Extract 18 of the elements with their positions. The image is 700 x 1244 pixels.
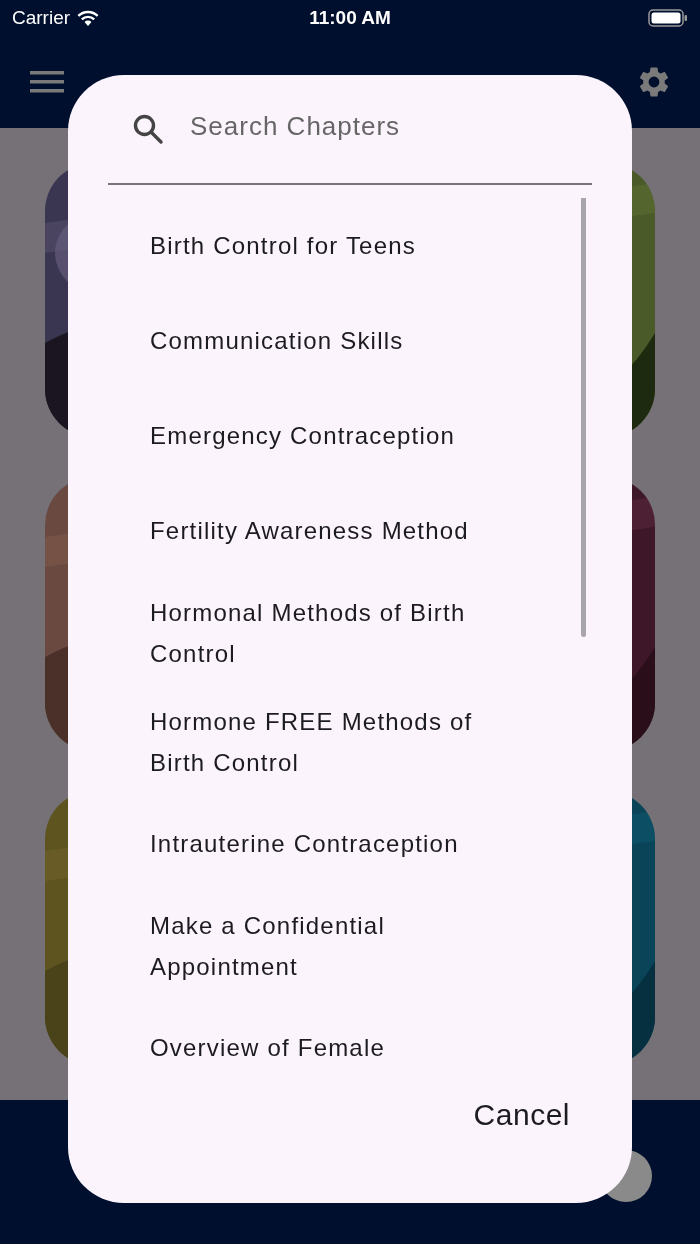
chapter-item[interactable]: Birth Control for Teens — [108, 198, 592, 293]
chapter-item[interactable]: Intrauterine Contraception — [108, 796, 592, 891]
search-field[interactable]: Search Chapters — [190, 110, 550, 142]
chapter-item[interactable]: Fertility Awareness Method — [108, 483, 592, 578]
menu-icon[interactable] — [30, 69, 64, 95]
wifi-icon — [76, 9, 101, 27]
battery-icon — [648, 8, 688, 28]
carrier-label: Carrier — [12, 7, 71, 29]
scrollbar[interactable] — [581, 198, 586, 637]
cancel-button[interactable]: Cancel — [451, 1090, 592, 1140]
chapter-item[interactable]: Hormone FREE Methods of Birth Control — [108, 687, 592, 796]
chapter-item[interactable]: Emergency Contraception — [108, 388, 592, 483]
chapter-item[interactable]: Make a Confidential Appointment — [108, 891, 592, 1000]
chapter-item[interactable]: Overview of Female — [108, 1000, 592, 1078]
chapter-item[interactable]: Communication Skills — [108, 293, 592, 388]
clock-time: 11:00 AM — [309, 7, 391, 29]
chapter-item[interactable]: Hormonal Methods of Birth Control — [108, 578, 592, 687]
search-icon — [132, 113, 164, 145]
